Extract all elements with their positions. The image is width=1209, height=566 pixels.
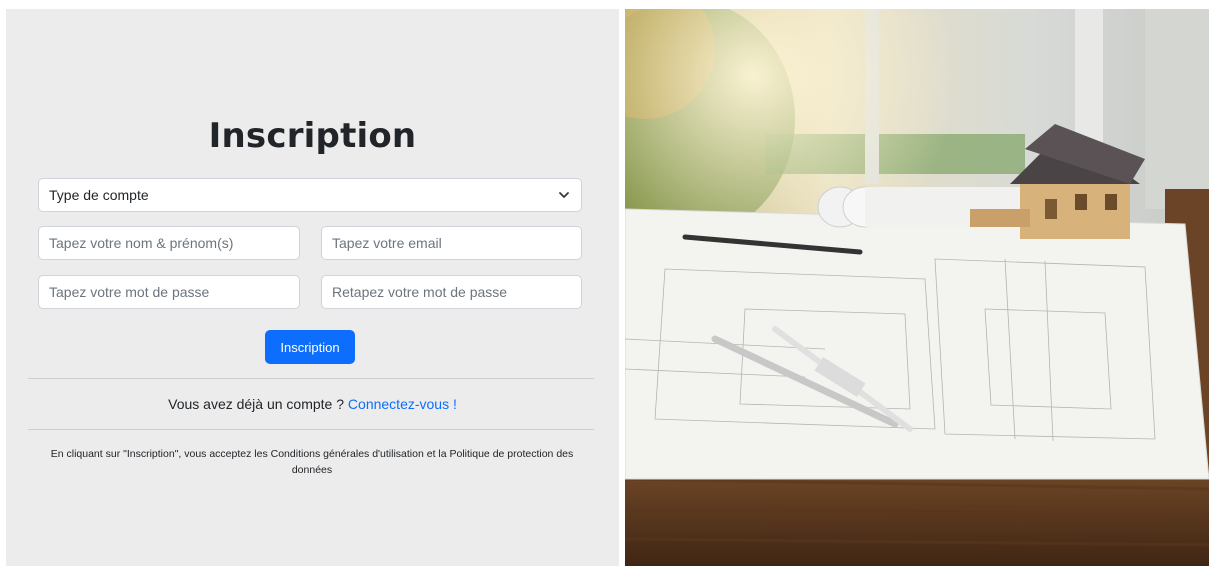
name-placeholder: Tapez votre nom & prénom(s) [49, 235, 234, 251]
page-title: Inscription [208, 116, 417, 156]
login-prompt: Vous avez déjà un compte ? Connectez-vou… [6, 396, 619, 412]
login-link[interactable]: Connectez-vous ! [348, 396, 457, 412]
password-confirm-placeholder: Retapez votre mot de passe [332, 284, 508, 300]
terms-text: En cliquant sur "Inscription", vous acce… [50, 448, 574, 476]
name-field[interactable]: Tapez votre nom & prénom(s) [38, 226, 300, 260]
signup-panel: Inscription Type de compte Tapez votre n… [6, 9, 619, 566]
have-account-text: Vous avez déjà un compte ? [168, 396, 345, 412]
divider [28, 429, 594, 430]
divider [28, 378, 594, 379]
password-placeholder: Tapez votre mot de passe [49, 284, 210, 300]
submit-button[interactable]: Inscription [265, 330, 355, 364]
architecture-photo-icon [625, 9, 1209, 566]
password-field[interactable]: Tapez votre mot de passe [38, 275, 300, 309]
email-field[interactable]: Tapez votre email [321, 226, 582, 260]
hero-image [625, 9, 1209, 566]
password-confirm-field[interactable]: Retapez votre mot de passe [321, 275, 582, 309]
account-type-select[interactable]: Type de compte [38, 178, 582, 212]
email-placeholder: Tapez votre email [332, 235, 442, 251]
account-type-label: Type de compte [49, 187, 149, 203]
chevron-down-icon [557, 188, 571, 202]
